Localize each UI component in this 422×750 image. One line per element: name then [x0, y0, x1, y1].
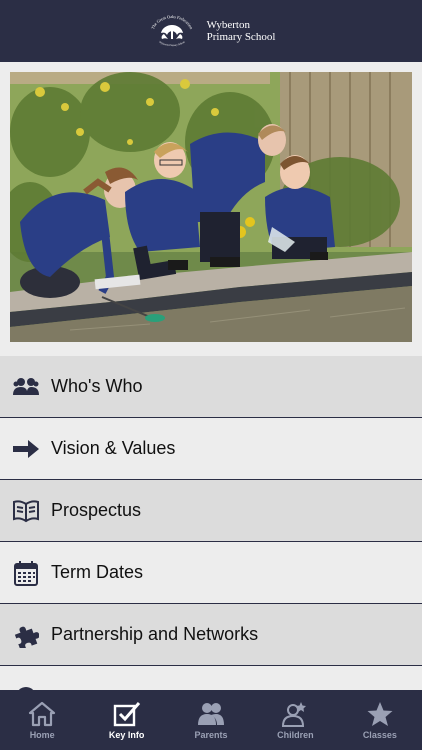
checkbox-icon [113, 701, 140, 726]
menu-label-whos-who: Who's Who [51, 376, 143, 396]
tab-key-info[interactable]: Key Info [84, 690, 168, 750]
tab-children[interactable]: Children [253, 690, 337, 750]
star-icon [367, 701, 393, 726]
hero-photo [10, 72, 412, 342]
menu-label-term-dates: Term Dates [51, 562, 144, 582]
tab-home[interactable]: Home [0, 690, 84, 750]
parents-icon [198, 702, 225, 725]
tab-parents[interactable]: Parents [169, 690, 253, 750]
tab-label-parents: Parents [194, 729, 228, 740]
tab-label-home: Home [29, 729, 55, 740]
hero-area [0, 62, 422, 356]
school-logo: The Great Oaks Federation Wyberton Prima… [150, 14, 194, 48]
open-book-icon [12, 497, 40, 525]
menu-item-vision-values[interactable]: Vision & Values [0, 418, 422, 480]
people-icon [12, 373, 40, 401]
school-name: Wyberton Primary School [207, 19, 276, 43]
menu-item-whos-who[interactable]: Who's Who [0, 356, 422, 418]
menu-label-prospectus: Prospectus [51, 500, 142, 520]
school-pond-photo [10, 72, 412, 342]
app-header: The Great Oaks Federation Wyberton Prima… [0, 0, 422, 62]
menu-item-partnership-networks[interactable]: Partnership and Networks [0, 604, 422, 666]
school-name-line2: Primary School [206, 31, 276, 43]
arrow-right-icon [12, 435, 40, 463]
tab-classes[interactable]: Classes [338, 690, 422, 750]
menu-label-vision-values: Vision & Values [51, 438, 176, 458]
tab-label-key-info: Key Info [108, 729, 145, 740]
puzzle-icon [12, 621, 40, 649]
menu-item-prospectus[interactable]: Prospectus [0, 480, 422, 542]
calendar-icon [12, 559, 40, 587]
tab-label-classes: Classes [362, 729, 397, 740]
menu-label-partnership-networks: Partnership and Networks [51, 624, 259, 644]
school-name-line1: Wyberton [206, 19, 250, 31]
menu-item-term-dates[interactable]: Term Dates [0, 542, 422, 604]
key-info-menu: Who's Who Vision & Values Prospectus Ter… [0, 356, 422, 728]
home-icon [29, 701, 56, 726]
tab-label-children: Children [277, 729, 314, 740]
svg-text:Wyberton Primary School: Wyberton Primary School [158, 41, 185, 48]
child-star-icon [282, 701, 307, 727]
school-brand: The Great Oaks Federation Wyberton Prima… [147, 14, 276, 48]
bottom-tab-bar: Home Key Info Parents Children Classes [0, 690, 422, 750]
